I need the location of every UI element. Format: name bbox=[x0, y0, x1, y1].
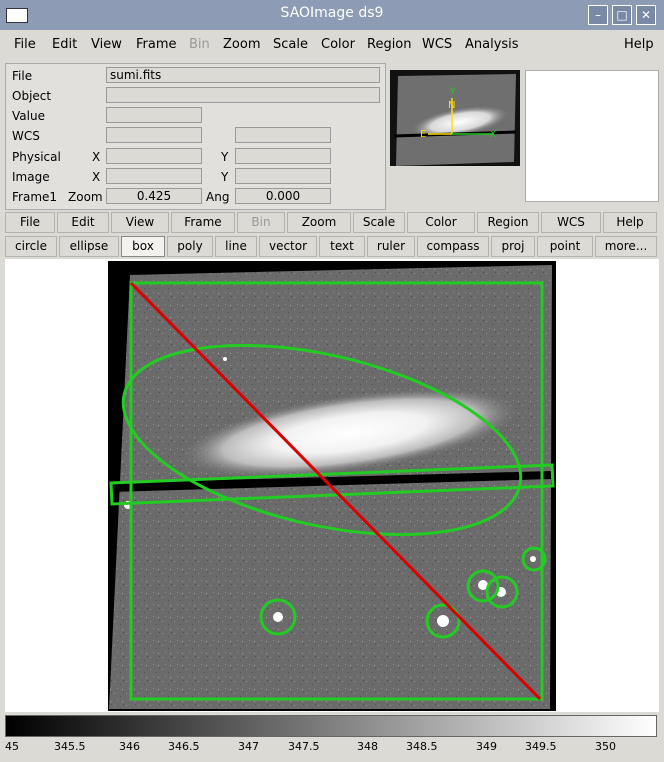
minimize-button[interactable]: – bbox=[588, 5, 608, 25]
shape-point[interactable]: point bbox=[537, 236, 593, 257]
frame-label: Frame1 bbox=[12, 190, 58, 204]
panner-east-label: E bbox=[420, 129, 426, 140]
wcs-y-field bbox=[235, 127, 331, 143]
title-bar: SAOImage ds9 – □ ✕ bbox=[0, 0, 664, 30]
shape-box[interactable]: box bbox=[121, 236, 165, 257]
menu-scale[interactable]: Scale bbox=[273, 37, 308, 52]
button-file[interactable]: File bbox=[5, 212, 55, 233]
physical-y-field bbox=[235, 148, 331, 164]
image-x-label: X bbox=[92, 170, 101, 184]
menu-bin[interactable]: Bin bbox=[189, 37, 210, 52]
button-region[interactable]: Region bbox=[477, 212, 539, 233]
button-color[interactable]: Color bbox=[407, 212, 475, 233]
image-y-label: Y bbox=[221, 170, 229, 184]
shape-ellipse[interactable]: ellipse bbox=[59, 236, 119, 257]
window-title: SAOImage ds9 bbox=[280, 5, 384, 21]
shape-proj[interactable]: proj bbox=[491, 236, 535, 257]
shape-ruler[interactable]: ruler bbox=[367, 236, 415, 257]
menu-bar: File Edit View Frame Bin Zoom Scale Colo… bbox=[0, 30, 664, 58]
image-display bbox=[108, 261, 556, 711]
button-zoom[interactable]: Zoom bbox=[287, 212, 351, 233]
menu-file[interactable]: File bbox=[14, 37, 36, 52]
shape-circle[interactable]: circle bbox=[5, 236, 57, 257]
object-label: Object bbox=[12, 89, 52, 103]
menu-frame[interactable]: Frame bbox=[136, 37, 177, 52]
object-field bbox=[106, 87, 380, 103]
shape-poly[interactable]: poly bbox=[167, 236, 213, 257]
button-view[interactable]: View bbox=[111, 212, 169, 233]
panner-thumbnail: N E X Y bbox=[393, 74, 517, 166]
menu-wcs[interactable]: WCS bbox=[422, 37, 452, 52]
menu-view[interactable]: View bbox=[91, 37, 122, 52]
colorbar-tick: 45 bbox=[5, 740, 19, 753]
close-button[interactable]: ✕ bbox=[636, 5, 656, 25]
menu-zoom[interactable]: Zoom bbox=[223, 37, 260, 52]
button-bin[interactable]: Bin bbox=[237, 212, 285, 233]
star bbox=[530, 556, 536, 562]
button-bar: File Edit View Frame Bin Zoom Scale Colo… bbox=[5, 212, 659, 234]
colorbar-tick: 347 bbox=[238, 740, 259, 753]
shape-compass[interactable]: compass bbox=[417, 236, 489, 257]
button-wcs[interactable]: WCS bbox=[541, 212, 601, 233]
colorbar[interactable] bbox=[5, 715, 657, 737]
menu-color[interactable]: Color bbox=[321, 37, 355, 52]
star bbox=[437, 615, 449, 627]
menu-edit[interactable]: Edit bbox=[52, 37, 77, 52]
star bbox=[223, 357, 227, 361]
colorbar-tick: 346.5 bbox=[168, 740, 200, 753]
menu-help[interactable]: Help bbox=[624, 37, 654, 52]
wcs-label: WCS bbox=[12, 129, 40, 143]
shape-more[interactable]: more... bbox=[595, 236, 657, 257]
colorbar-tick: 348.5 bbox=[406, 740, 438, 753]
physical-x-label: X bbox=[92, 150, 101, 164]
button-frame[interactable]: Frame bbox=[171, 212, 235, 233]
panner-north-label: N bbox=[448, 100, 455, 111]
panner[interactable]: N E X Y bbox=[390, 70, 520, 166]
image-canvas[interactable] bbox=[5, 259, 659, 712]
panner-x-label: X bbox=[490, 130, 496, 140]
magnifier bbox=[525, 70, 659, 202]
menu-region[interactable]: Region bbox=[367, 37, 412, 52]
colorbar-tick: 345.5 bbox=[54, 740, 86, 753]
angle-label: Ang bbox=[206, 190, 230, 204]
zoom-field: 0.425 bbox=[106, 188, 202, 204]
wcs-x-field bbox=[106, 127, 202, 143]
maximize-button[interactable]: □ bbox=[612, 5, 632, 25]
menu-analysis[interactable]: Analysis bbox=[465, 37, 519, 52]
panner-y-label: Y bbox=[449, 87, 456, 97]
physical-x-field bbox=[106, 148, 202, 164]
colorbar-tick: 349 bbox=[476, 740, 497, 753]
zoom-label: Zoom bbox=[68, 190, 103, 204]
physical-y-label: Y bbox=[221, 150, 229, 164]
button-help[interactable]: Help bbox=[603, 212, 657, 233]
file-label: File bbox=[12, 69, 33, 83]
colorbar-tick: 348 bbox=[357, 740, 378, 753]
colorbar-tick: 347.5 bbox=[288, 740, 320, 753]
shape-line[interactable]: line bbox=[215, 236, 257, 257]
info-panel: File sumi.fits Object Value WCS Physical… bbox=[5, 63, 386, 210]
physical-label: Physical bbox=[12, 150, 61, 164]
shape-text[interactable]: text bbox=[319, 236, 365, 257]
image-label: Image bbox=[12, 170, 50, 184]
image-x-field bbox=[106, 168, 202, 184]
shape-bar: circle ellipse box poly line vector text… bbox=[5, 236, 659, 258]
image-y-field bbox=[235, 168, 331, 184]
button-scale[interactable]: Scale bbox=[353, 212, 405, 233]
colorbar-ticks: 45 345.5 346 346.5 347 347.5 348 348.5 3… bbox=[5, 737, 655, 757]
star bbox=[273, 612, 283, 622]
colorbar-tick: 350 bbox=[595, 740, 616, 753]
colorbar-tick: 349.5 bbox=[525, 740, 557, 753]
colorbar-tick: 346 bbox=[119, 740, 140, 753]
value-field bbox=[106, 107, 202, 123]
file-field: sumi.fits bbox=[106, 67, 380, 83]
angle-field: 0.000 bbox=[235, 188, 331, 204]
shape-vector[interactable]: vector bbox=[259, 236, 317, 257]
button-edit[interactable]: Edit bbox=[57, 212, 109, 233]
value-label: Value bbox=[12, 109, 45, 123]
